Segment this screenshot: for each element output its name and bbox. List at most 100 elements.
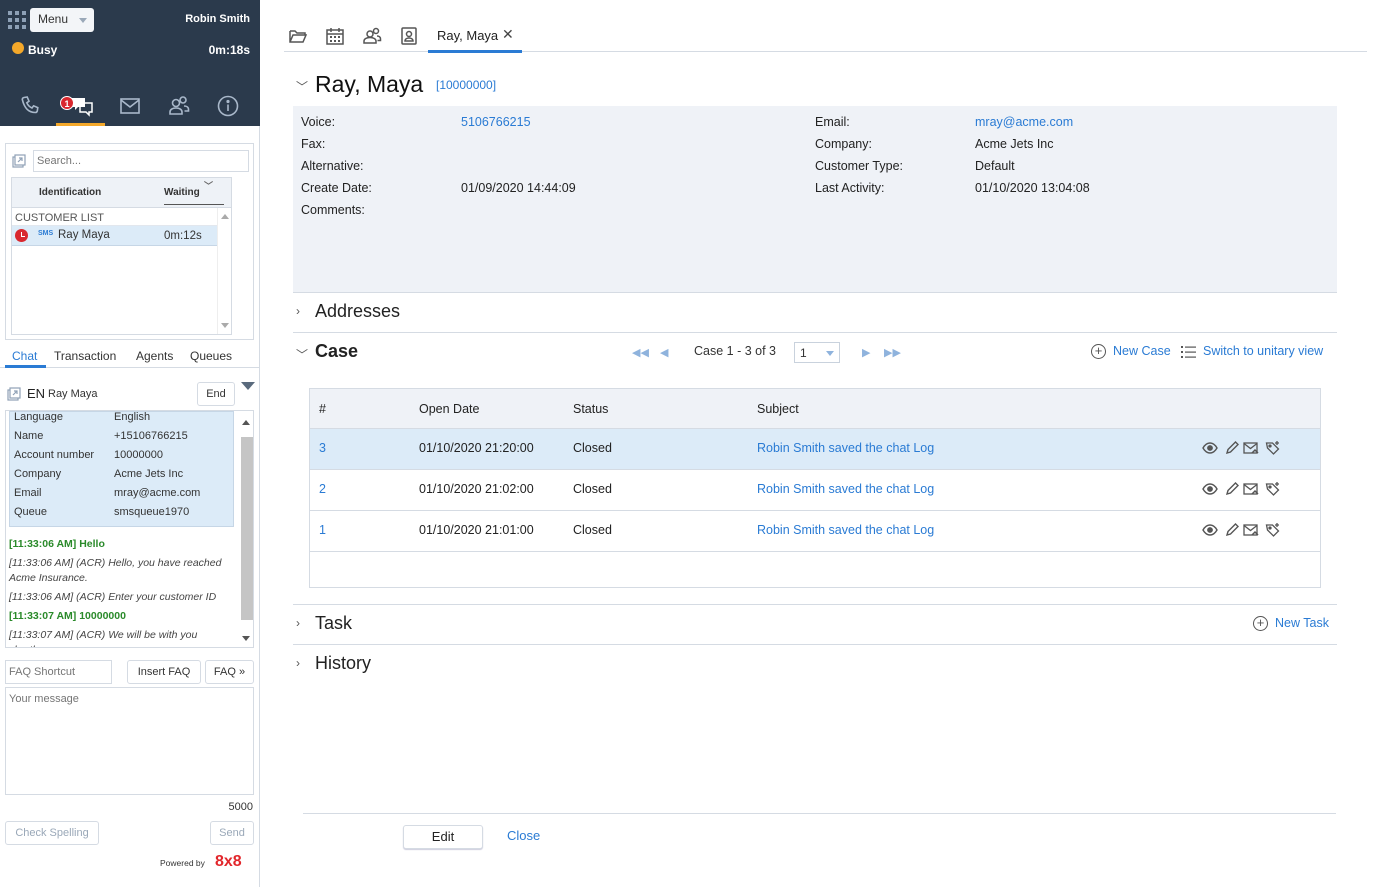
close-tab-icon[interactable]: ✕ [502, 26, 514, 43]
case-id-link[interactable]: 2 [319, 482, 326, 496]
queue-search-input[interactable] [33, 150, 249, 172]
add-tag-icon[interactable] [1265, 481, 1281, 497]
case-row-actions [1200, 522, 1280, 540]
chat-popout-icon[interactable] [7, 387, 21, 401]
detail-voice-link[interactable]: 5106766215 [461, 115, 531, 129]
section-history[interactable]: History [315, 653, 371, 674]
calendar-icon[interactable] [325, 26, 345, 46]
case-row-actions [1200, 440, 1280, 458]
agent-status[interactable]: Busy [28, 43, 57, 57]
prev-page-icon[interactable]: ◀ [660, 346, 668, 359]
edit-pencil-icon[interactable] [1224, 440, 1240, 456]
column-status[interactable]: Status [573, 402, 608, 416]
chevron-down-icon[interactable]: ﹀ [296, 78, 308, 95]
contact-card-icon[interactable] [399, 26, 419, 46]
tab-chat[interactable]: Chat [12, 349, 37, 363]
add-circle-icon[interactable]: + [1253, 616, 1268, 631]
chat-customer-name: Ray Maya [48, 388, 98, 400]
section-case[interactable]: Case [315, 341, 358, 362]
users-icon[interactable] [362, 26, 382, 46]
column-number[interactable]: # [319, 402, 326, 416]
tab-queues[interactable]: Queues [190, 349, 232, 363]
section-task[interactable]: Task [315, 613, 352, 634]
add-tag-icon[interactable] [1265, 440, 1281, 456]
customer-details-panel: Voice: 5106766215 Fax: Alternative: Crea… [293, 106, 1337, 292]
tab-ray-maya[interactable]: Ray, Maya ✕ [428, 18, 522, 53]
new-task-link[interactable]: New Task [1275, 616, 1329, 630]
email-forward-icon[interactable] [1243, 440, 1259, 456]
column-identification[interactable]: Identification [39, 187, 101, 198]
detail-label-fax: Fax: [301, 137, 326, 151]
switch-unitary-view-link[interactable]: Switch to unitary view [1203, 344, 1323, 358]
view-icon[interactable] [1202, 481, 1218, 497]
contacts-icon[interactable] [167, 94, 191, 118]
add-circle-icon[interactable]: + [1091, 344, 1106, 359]
section-addresses[interactable]: Addresses [315, 301, 400, 322]
column-waiting[interactable]: Waiting [164, 187, 224, 205]
new-case-link[interactable]: New Case [1113, 344, 1171, 358]
folder-icon[interactable] [288, 26, 308, 46]
case-id-link[interactable]: 1 [319, 523, 326, 537]
tab-label: Ray, Maya [437, 28, 499, 43]
chevron-right-icon[interactable]: › [296, 304, 300, 318]
email-forward-icon[interactable] [1243, 522, 1259, 538]
case-row[interactable]: 3 01/10/2020 21:20:00 Closed Robin Smith… [310, 429, 1320, 470]
edit-pencil-icon[interactable] [1224, 522, 1240, 538]
last-page-icon[interactable]: ▶▶ [884, 346, 901, 359]
column-open-date[interactable]: Open Date [419, 402, 479, 416]
scroll-thumb[interactable] [241, 437, 253, 620]
send-button[interactable]: Send [210, 821, 254, 845]
case-row[interactable]: 2 01/10/2020 21:02:00 Closed Robin Smith… [310, 470, 1320, 511]
email-forward-icon[interactable] [1243, 481, 1259, 497]
menu-dropdown[interactable]: Menu [30, 8, 94, 32]
menu-label: Menu [38, 12, 69, 26]
scroll-down-icon[interactable] [242, 636, 250, 641]
apps-grid-icon[interactable] [8, 11, 26, 29]
case-id-link[interactable]: 3 [319, 441, 326, 455]
faq-shortcut-input[interactable] [5, 660, 112, 684]
first-page-icon[interactable]: ◀◀ [632, 346, 649, 359]
close-link[interactable]: Close [507, 828, 540, 843]
tab-agents[interactable]: Agents [136, 349, 173, 363]
next-page-icon[interactable]: ▶ [862, 346, 870, 359]
tab-transaction[interactable]: Transaction [54, 349, 116, 363]
chevron-right-icon[interactable]: › [296, 616, 300, 630]
message-input[interactable] [5, 687, 254, 795]
view-icon[interactable] [1202, 522, 1218, 538]
mail-icon[interactable] [118, 94, 142, 118]
chat-icon[interactable] [70, 94, 94, 118]
edit-pencil-icon[interactable] [1224, 481, 1240, 497]
customer-list-group: CUSTOMER LIST [12, 208, 231, 226]
scroll-up-icon[interactable] [242, 420, 250, 425]
queue-row[interactable]: SMS Ray Maya 0m:12s [12, 226, 231, 246]
popout-icon[interactable] [12, 154, 26, 168]
insert-faq-button[interactable]: Insert FAQ [127, 660, 201, 684]
status-dot-icon[interactable] [12, 42, 24, 54]
case-subject-link[interactable]: Robin Smith saved the chat Log [757, 441, 934, 455]
view-icon[interactable] [1202, 440, 1218, 456]
case-subject-link[interactable]: Robin Smith saved the chat Log [757, 523, 934, 537]
case-subject-link[interactable]: Robin Smith saved the chat Log [757, 482, 934, 496]
chevron-right-icon[interactable]: › [296, 656, 300, 670]
chat-message-customer: [11:33:06 AM] Hello [9, 538, 105, 550]
page-select[interactable]: 1 [794, 342, 840, 363]
queue-scrollbar[interactable] [217, 208, 231, 334]
add-tag-icon[interactable] [1265, 522, 1281, 538]
chevron-down-icon[interactable]: ﹀ [296, 346, 308, 363]
info-key: Account number [14, 449, 95, 461]
case-row[interactable]: 1 01/10/2020 21:01:00 Closed Robin Smith… [310, 511, 1320, 552]
scroll-up-icon[interactable] [221, 214, 229, 219]
info-icon[interactable] [216, 94, 240, 118]
detail-email-link[interactable]: mray@acme.com [975, 115, 1073, 129]
edit-button[interactable]: Edit [403, 825, 483, 849]
column-subject[interactable]: Subject [757, 402, 799, 416]
phone-icon[interactable] [19, 94, 43, 118]
check-spelling-button[interactable]: Check Spelling [5, 821, 99, 845]
end-chat-button[interactable]: End [197, 382, 235, 406]
customer-id-link[interactable]: [10000000] [436, 78, 496, 92]
scroll-down-icon[interactable] [221, 323, 229, 328]
chat-scrollbar[interactable] [239, 411, 253, 647]
faq-more-button[interactable]: FAQ » [205, 660, 254, 684]
collapse-triangle-icon[interactable] [241, 382, 255, 390]
list-icon[interactable] [1181, 345, 1196, 359]
